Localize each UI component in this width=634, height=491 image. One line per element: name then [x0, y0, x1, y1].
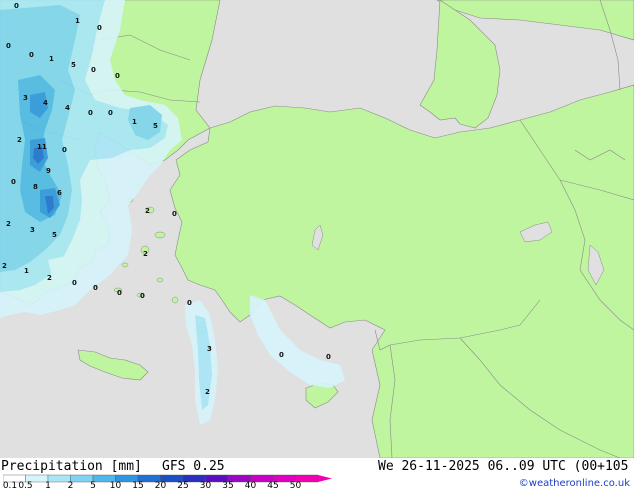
map-value: 2	[2, 262, 7, 270]
map-value: 0	[97, 24, 102, 32]
legend-title: Precipitation [mm]	[1, 459, 142, 474]
map-value: 0	[117, 289, 122, 297]
precipitation-map: 0 1 0 0 5 0 1 0 0 3 4 4 0 0 1 5 2 11 0 0…	[0, 0, 634, 458]
map-value: 0	[72, 279, 77, 287]
map-value: 4	[65, 104, 70, 112]
map-value: 0	[140, 292, 145, 300]
map-value: 3	[207, 345, 212, 353]
map-value: 5	[71, 61, 76, 69]
map-value: 2	[6, 220, 11, 228]
map-value: 1	[75, 17, 80, 25]
map-value: 2	[143, 250, 148, 258]
map-value: 0	[326, 353, 331, 361]
map-value: 1	[24, 267, 29, 275]
map-value: 11	[37, 143, 47, 151]
map-value: 5	[52, 231, 57, 239]
map-value: 0	[187, 299, 192, 307]
map-value: 0	[279, 351, 284, 359]
map-value: 0	[91, 66, 96, 74]
map-value: 2	[145, 207, 150, 215]
map-value: 3	[23, 94, 28, 102]
map-value: 0	[62, 146, 67, 154]
model-label: GFS 0.25	[162, 459, 225, 474]
valid-time: We 26-11-2025 06..09 UTC (00+105	[378, 459, 629, 474]
map-value: 1	[132, 118, 137, 126]
map-value: 0	[6, 42, 11, 50]
map-value: 9	[46, 167, 51, 175]
map-value: 8	[33, 183, 38, 191]
map-value: 0	[88, 109, 93, 117]
map-value: 2	[17, 136, 22, 144]
credit-link[interactable]: ©weatheronline.co.uk	[519, 478, 630, 489]
map-canvas: 0 1 0 0 5 0 1 0 0 3 4 4 0 0 1 5 2 11 0 0…	[0, 0, 634, 458]
map-value: 1	[49, 55, 54, 63]
map-value: 2	[47, 274, 52, 282]
map-value: 0	[108, 109, 113, 117]
map-value: 0	[115, 72, 120, 80]
map-value: 4	[43, 99, 48, 107]
map-value: 3	[30, 226, 35, 234]
map-value: 5	[153, 122, 158, 130]
map-value: 6	[57, 189, 62, 197]
map-value: 0	[14, 2, 19, 10]
map-value: 0	[11, 178, 16, 186]
map-value: 0	[93, 284, 98, 292]
map-value: 0	[172, 210, 177, 218]
map-value: 0	[29, 51, 34, 59]
map-value: 2	[205, 388, 210, 396]
